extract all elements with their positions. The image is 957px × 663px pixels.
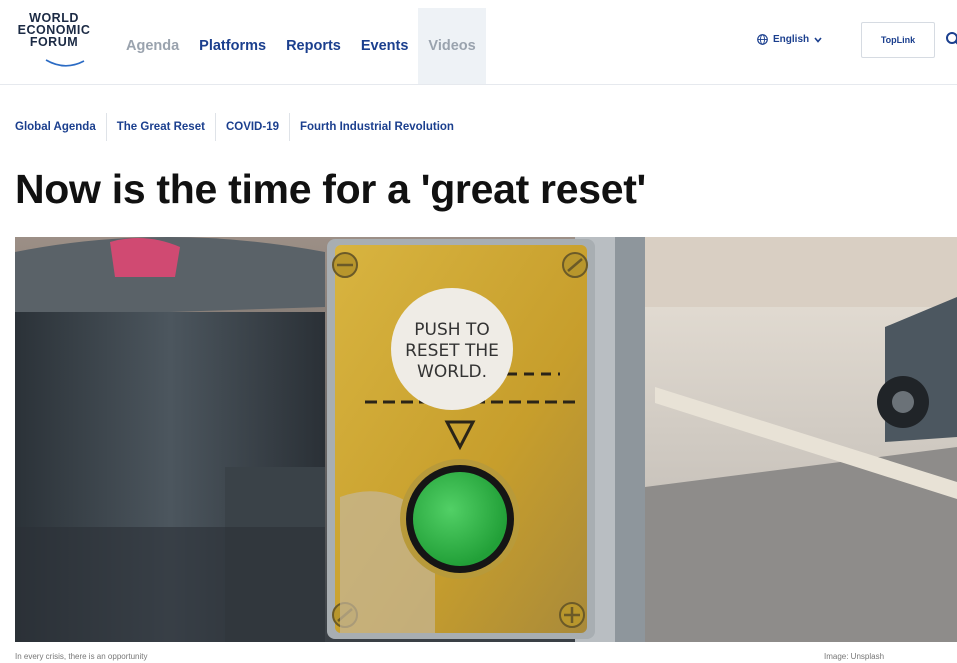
wef-logo[interactable]: WORLD ECONOMIC FORUM [2,12,106,49]
topic-great-reset[interactable]: The Great Reset [105,113,215,141]
image-credit: Image: Unsplash [824,652,885,661]
nav-videos[interactable]: Videos [418,8,486,84]
language-selector[interactable]: English [757,34,822,45]
sticker-line-1: PUSH TO [414,320,489,340]
toplink-button[interactable]: TopLink [861,22,935,58]
language-label: English [773,34,810,45]
reset-button-photo: PUSH TO RESET THE WORLD. [15,237,957,642]
main-nav: Agenda Platforms Reports Events Videos [116,8,486,84]
nav-reports[interactable]: Reports [276,8,351,84]
logo-swoosh-icon [45,59,85,67]
sticker-line-2: RESET THE [405,341,499,361]
topic-covid-19[interactable]: COVID-19 [214,113,289,141]
hero-image: PUSH TO RESET THE WORLD. [15,237,957,642]
nav-platforms[interactable]: Platforms [189,8,276,84]
search-icon[interactable] [945,31,957,47]
globe-icon [757,34,768,45]
site-header: WORLD ECONOMIC FORUM Agenda Platforms Re… [0,0,957,85]
topic-fourth-industrial-revolution[interactable]: Fourth Industrial Revolution [288,113,464,141]
nav-events[interactable]: Events [351,8,419,84]
topic-links: Global Agenda The Great Reset COVID-19 F… [15,113,464,141]
logo-line-3: FORUM [29,35,79,49]
chevron-down-icon [814,36,822,43]
sticker-line-3: WORLD. [417,362,487,382]
green-push-button [400,459,520,579]
push-to-reset-sticker: PUSH TO RESET THE WORLD. [391,288,513,410]
image-caption: In every crisis, there is an opportunity [15,652,148,661]
nav-agenda[interactable]: Agenda [116,8,189,84]
article-title: Now is the time for a 'great reset' [15,166,647,212]
topic-global-agenda[interactable]: Global Agenda [15,113,106,141]
